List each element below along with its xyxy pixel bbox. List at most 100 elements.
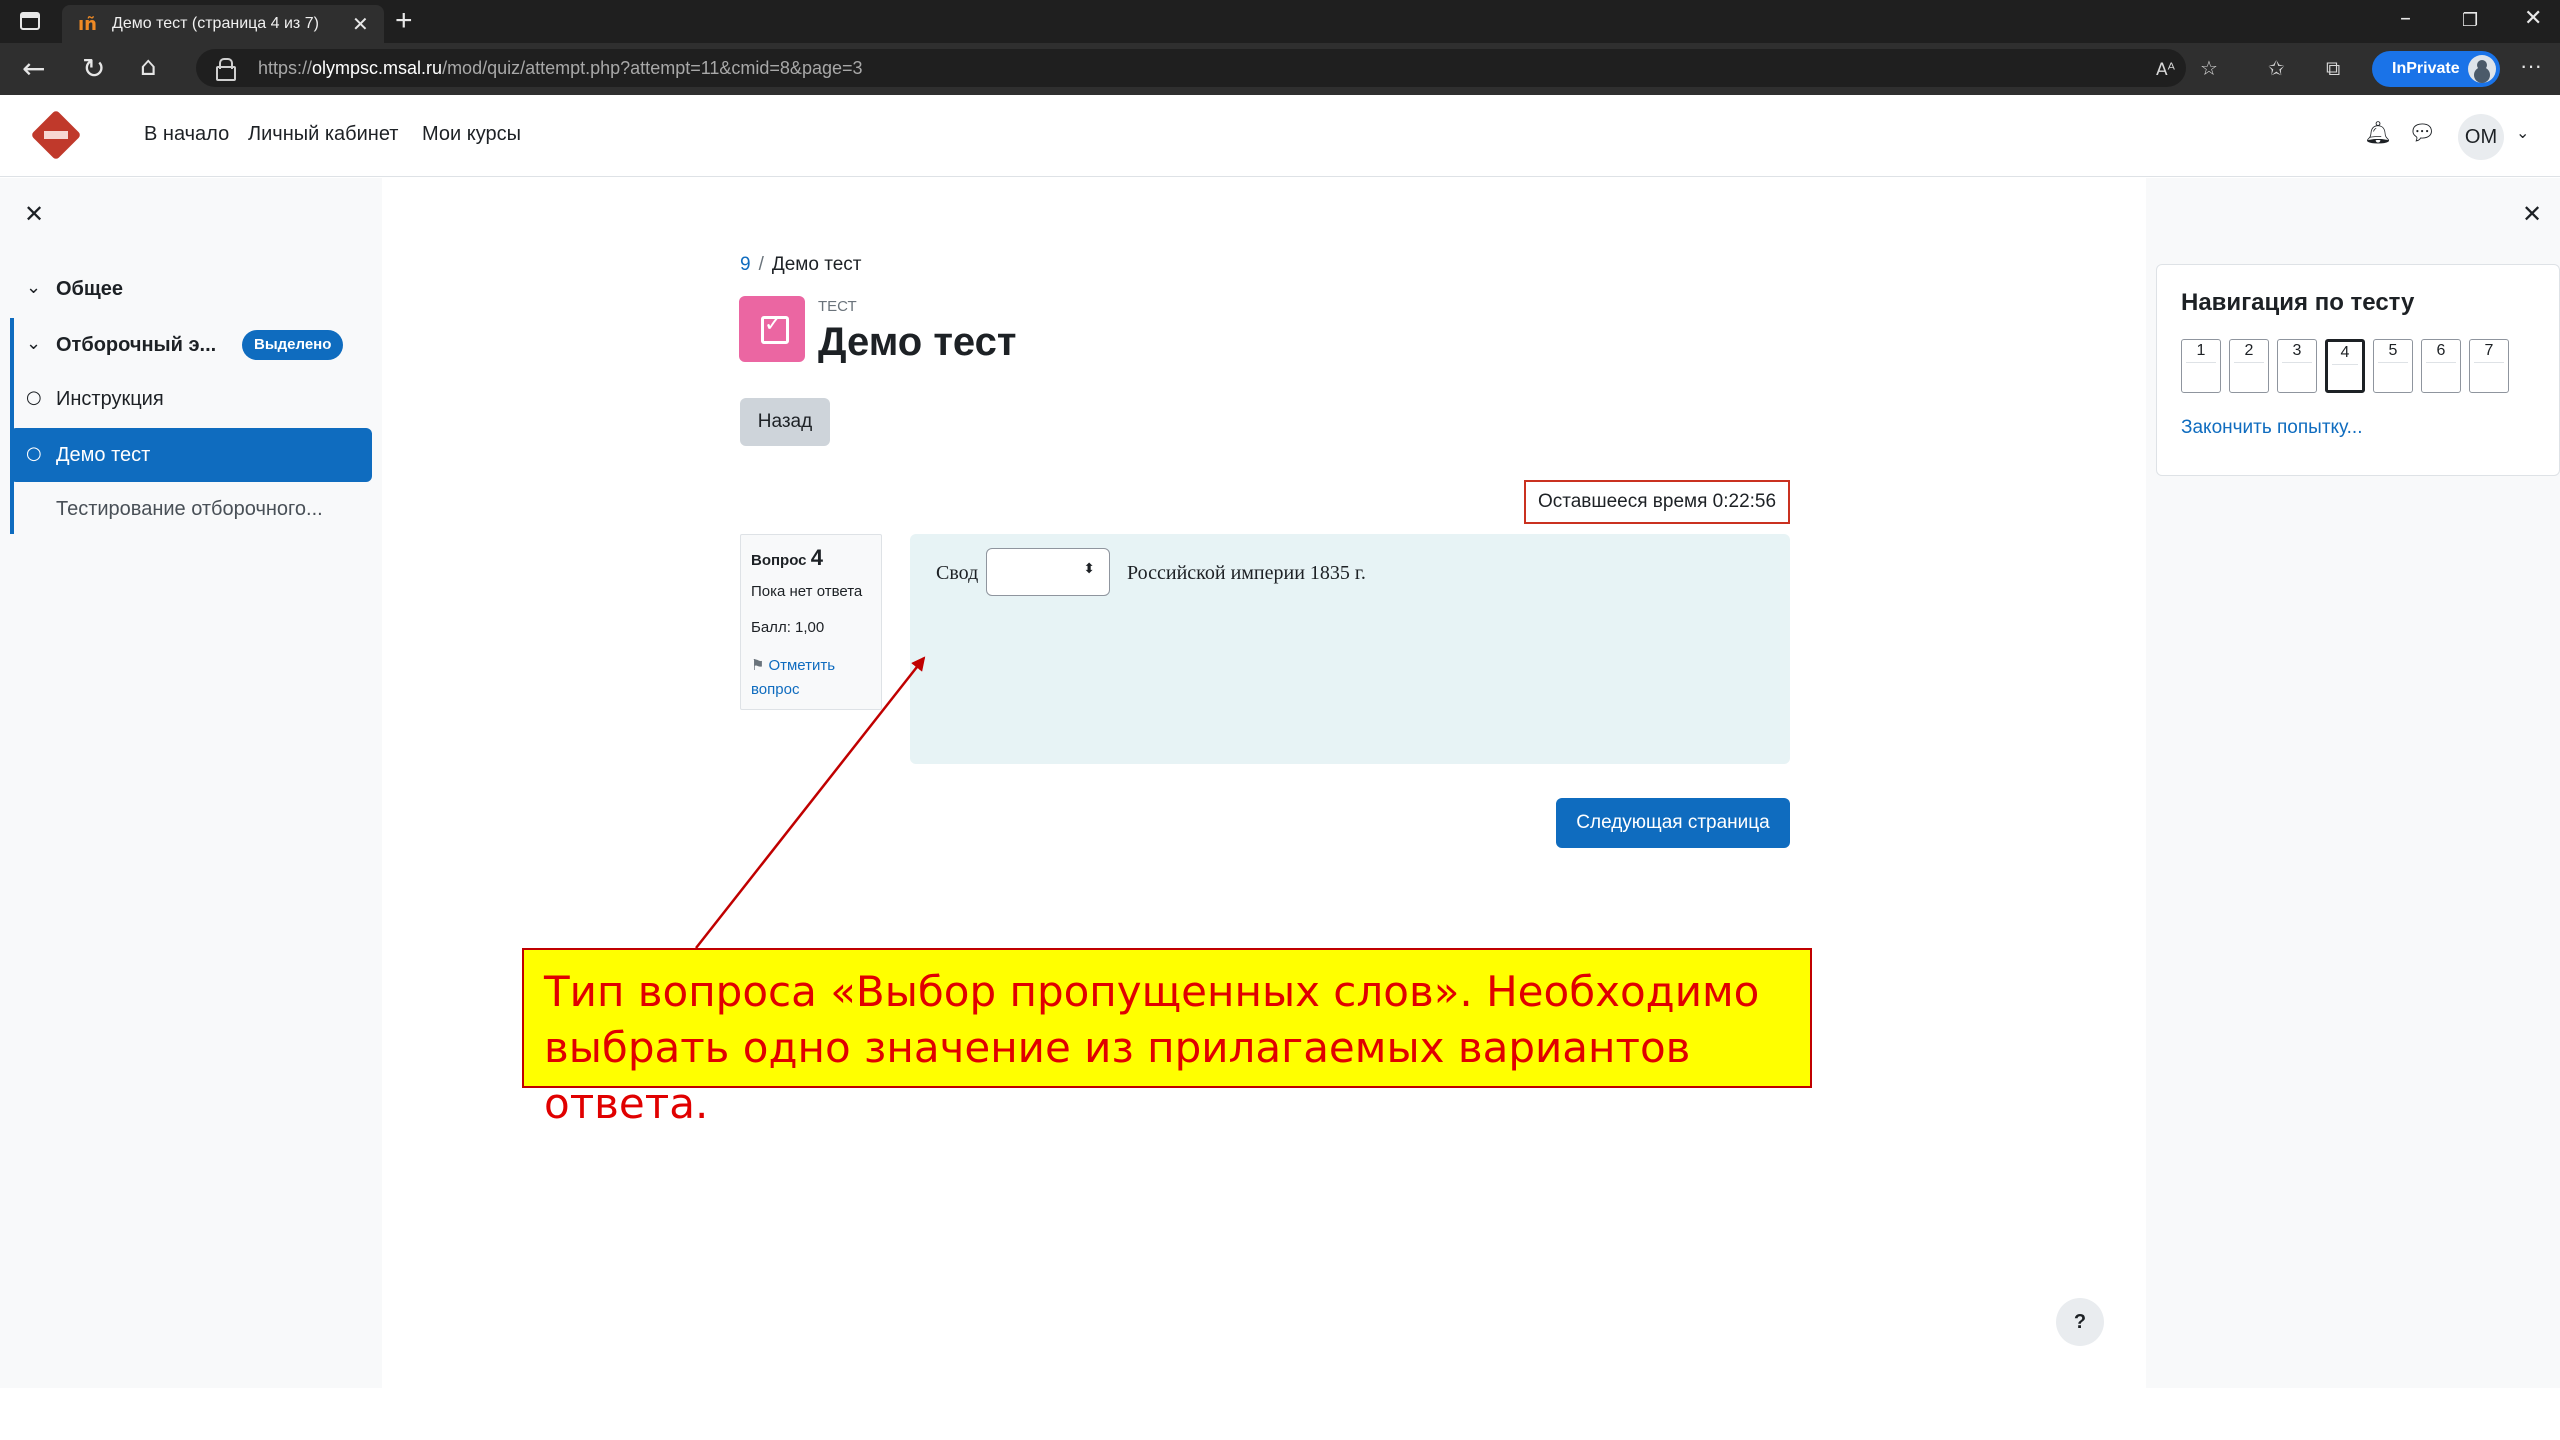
quiz-nav-divider <box>2234 362 2264 363</box>
select-updown-icon: ⬍ <box>1083 561 1095 577</box>
quiz-activity-icon: ✓ <box>739 296 805 362</box>
quiz-nav-question-button[interactable]: 1 <box>2181 339 2221 393</box>
site-logo[interactable] <box>30 111 82 161</box>
course-section-label: Общее <box>56 278 124 300</box>
next-page-button[interactable]: Следующая страница <box>1556 798 1790 848</box>
quiz-nav-question-number: 3 <box>2292 342 2302 359</box>
activity-type-label: ТЕСТ <box>818 298 857 315</box>
page-title: Демо тест <box>818 320 1017 364</box>
course-index-drawer: ✕ ⌄ Общее ⌄ Отборочный э... Выделено ○ И… <box>0 178 382 1388</box>
inprivate-button[interactable]: InPrivate <box>2372 51 2500 87</box>
browser-tab[interactable]: ıñ Демо тест (страница 4 из 7) ✕ <box>62 5 384 43</box>
quiz-nav-question-number: 6 <box>2436 342 2446 359</box>
page-bottom-area <box>0 1388 2560 1440</box>
quiz-nav-question-button[interactable]: 7 <box>2469 339 2509 393</box>
nav-dashboard-link[interactable]: Личный кабинет <box>248 123 398 146</box>
messages-icon[interactable]: 💬︎ <box>2408 121 2436 146</box>
quiz-nav-divider <box>2186 362 2216 363</box>
minimize-icon[interactable]: – <box>2400 6 2411 31</box>
chevron-down-icon[interactable]: ⌄ <box>26 277 41 298</box>
quiz-nav-question-button[interactable]: 3 <box>2277 339 2317 393</box>
flag-icon: ⚑ <box>751 656 765 674</box>
course-section-qualifying[interactable]: ⌄ Отборочный э... Выделено <box>10 318 372 372</box>
course-item-label: Тестирование отборочного... <box>56 498 323 520</box>
quiz-nav-divider <box>2282 362 2312 363</box>
breadcrumb-course-link[interactable]: 9 <box>740 254 751 275</box>
course-item-instruction[interactable]: ○ Инструкция <box>10 372 372 426</box>
user-avatar[interactable]: ОМ <box>2458 114 2504 160</box>
checkmark-icon: ✓ <box>764 312 783 337</box>
help-button[interactable]: ? <box>2056 1298 2104 1346</box>
more-options-icon[interactable]: ··· <box>2520 53 2542 79</box>
question-number-value: 4 <box>810 545 823 570</box>
question-state: Пока нет ответа <box>751 583 863 600</box>
site-navbar: В начало Личный кабинет Мои курсы 🔔︎ 💬︎ … <box>0 95 2560 177</box>
refresh-icon[interactable]: ↻ <box>82 52 105 85</box>
restore-icon[interactable]: ❐ <box>2462 10 2478 31</box>
quiz-nav-question-button[interactable]: 6 <box>2421 339 2461 393</box>
highlighted-badge: Выделено <box>242 330 344 360</box>
nav-home-link[interactable]: В начало <box>144 123 229 146</box>
course-section-general[interactable]: ⌄ Общее <box>10 262 372 316</box>
quiz-nav-question-button[interactable]: 2 <box>2229 339 2269 393</box>
course-item-qualifying-test[interactable]: Тестирование отборочного... <box>10 482 372 536</box>
course-section-label: Отборочный э... <box>56 334 217 356</box>
favorites-icon[interactable]: ✩ <box>2268 56 2285 80</box>
favorites-add-icon[interactable]: ☆ <box>2200 56 2218 80</box>
gap-select-dropdown[interactable]: ⬍ <box>986 548 1110 596</box>
quiz-nav-question-button-current[interactable]: 4 <box>2325 339 2365 393</box>
quiz-nav-question-number: 5 <box>2388 342 2398 359</box>
back-icon[interactable]: ← <box>22 52 45 85</box>
close-window-icon[interactable]: ✕ <box>2524 6 2542 31</box>
user-menu-chevron-down-icon[interactable]: ⌄ <box>2516 123 2529 142</box>
back-button[interactable]: Назад <box>740 398 830 446</box>
question-content: Свод ⬍ Российской империи 1835 г. <box>910 534 1790 764</box>
quiz-navigation-block: Навигация по тесту 1 2 3 4 5 6 7 Закончи… <box>2156 264 2560 476</box>
course-item-label: Демо тест <box>56 444 151 466</box>
course-item-label: Инструкция <box>56 388 164 410</box>
question-grade: Балл: 1,00 <box>751 619 825 636</box>
url-text: https://olympsc.msal.ru/mod/quiz/attempt… <box>258 58 863 78</box>
quiz-nav-question-button[interactable]: 5 <box>2373 339 2413 393</box>
annotation-callout: Тип вопроса «Выбор пропущенных слов». Не… <box>522 948 1812 1128</box>
tab-title: Демо тест (страница 4 из 7) <box>112 15 319 32</box>
quiz-nav-question-number: 2 <box>2244 342 2254 359</box>
circle-icon: ○ <box>26 443 42 464</box>
close-drawer-icon[interactable]: ✕ <box>2522 200 2542 228</box>
nav-my-courses-link[interactable]: Мои курсы <box>422 123 521 146</box>
read-aloud-icon[interactable]: Aᴬ <box>2156 60 2175 80</box>
quiz-nav-question-number: 7 <box>2484 342 2494 359</box>
window-menu-icon[interactable] <box>20 12 40 30</box>
question-text-before: Свод <box>936 562 979 584</box>
quiz-nav-question-number: 1 <box>2196 342 2206 359</box>
new-tab-icon[interactable]: + <box>395 4 413 38</box>
notifications-bell-icon[interactable]: 🔔︎ <box>2364 121 2392 146</box>
quiz-navigation-drawer: ✕ Навигация по тесту 1 2 3 4 5 6 7 Закон… <box>2146 178 2560 1388</box>
collections-icon[interactable]: ⧉ <box>2326 56 2340 80</box>
flag-question-link[interactable]: ⚑ Отметить вопрос <box>751 653 875 702</box>
question-info-panel: Вопрос 4 Пока нет ответа Балл: 1,00 ⚑ Отм… <box>740 534 882 710</box>
profile-avatar-icon <box>2468 55 2496 83</box>
close-drawer-icon[interactable]: ✕ <box>24 200 44 228</box>
lock-icon[interactable] <box>216 58 236 81</box>
quiz-nav-divider <box>2378 362 2408 363</box>
chevron-down-icon[interactable]: ⌄ <box>26 333 41 354</box>
question-number: Вопрос 4 <box>751 545 823 571</box>
breadcrumb: 9 / Демо тест <box>740 254 861 276</box>
address-bar-row: ← ↻ ⌂ https://olympsc.msal.ru/mod/quiz/a… <box>0 43 2560 95</box>
course-item-demo-test[interactable]: ○ Демо тест <box>10 428 372 482</box>
quiz-nav-divider <box>2426 362 2456 363</box>
quiz-nav-divider <box>2332 364 2358 365</box>
url-field[interactable]: https://olympsc.msal.ru/mod/quiz/attempt… <box>196 49 2186 87</box>
tab-close-icon[interactable]: ✕ <box>352 12 369 36</box>
circle-icon: ○ <box>26 387 42 408</box>
breadcrumb-separator: / <box>758 254 764 275</box>
user-initials: ОМ <box>2464 126 2498 148</box>
browser-tab-bar: ıñ Демо тест (страница 4 из 7) ✕ + – ❐ ✕ <box>0 0 2560 43</box>
finish-attempt-link[interactable]: Закончить попытку... <box>2181 417 2362 439</box>
inprivate-label: InPrivate <box>2392 60 2460 77</box>
quiz-nav-question-number: 4 <box>2340 344 2350 361</box>
question-label: Вопрос <box>751 552 807 569</box>
home-icon[interactable]: ⌂ <box>140 52 157 82</box>
question-text-after: Российской империи 1835 г. <box>1127 562 1366 584</box>
